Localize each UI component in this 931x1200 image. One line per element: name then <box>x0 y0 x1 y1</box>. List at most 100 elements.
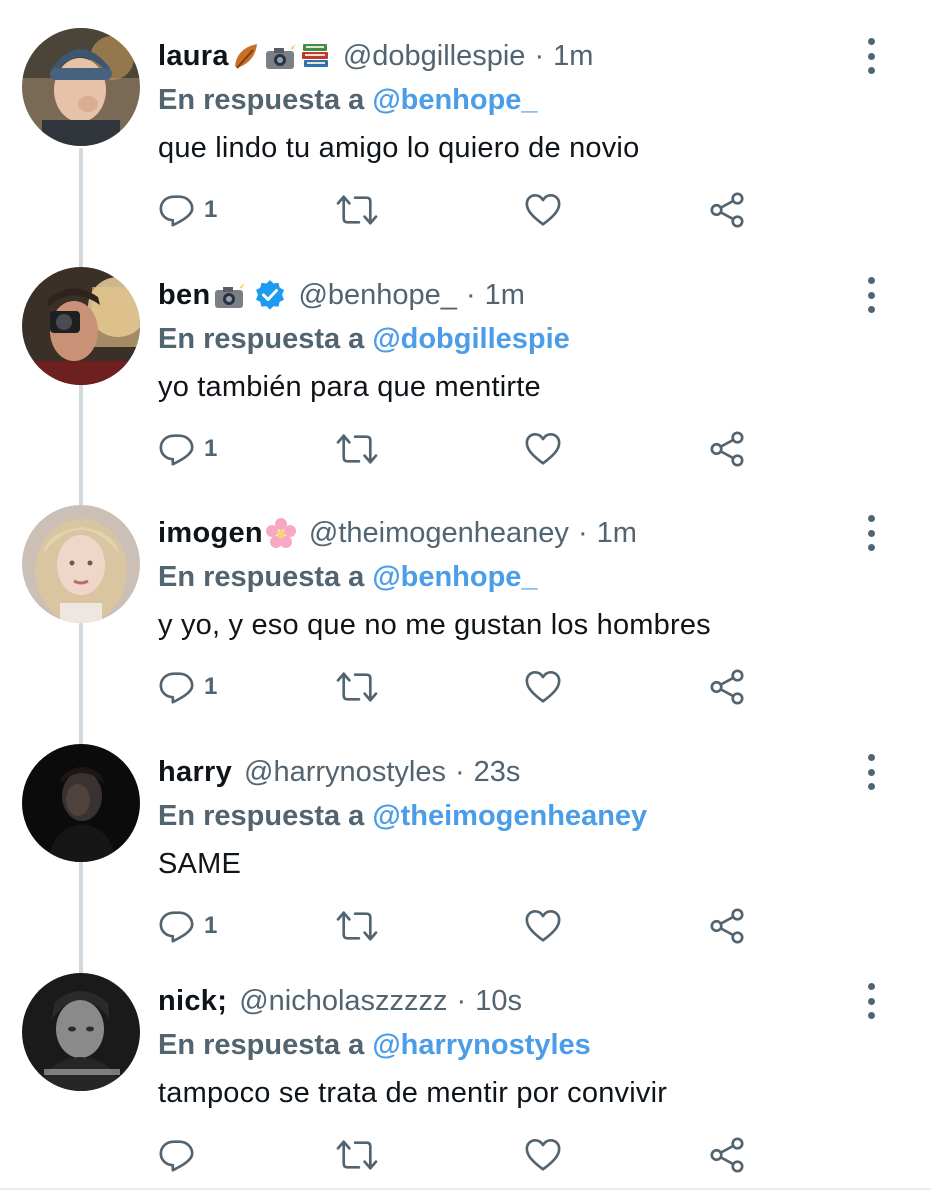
verified-badge-icon <box>254 279 286 311</box>
reply-button[interactable]: 1 <box>158 667 217 707</box>
retweet-icon <box>336 668 378 706</box>
reply-button[interactable] <box>158 1135 204 1175</box>
heart-icon <box>524 430 562 468</box>
reply-button[interactable]: 1 <box>158 190 217 230</box>
reply-mention-link[interactable]: @benhope_ <box>372 84 537 116</box>
heart-icon <box>524 668 562 706</box>
reply-context: En respuesta a @benhope_ <box>158 80 538 120</box>
like-button[interactable] <box>524 190 562 230</box>
separator-dot: · <box>465 279 476 311</box>
reply-icon <box>158 668 196 706</box>
avatar[interactable] <box>22 973 140 1091</box>
share-icon <box>708 430 746 468</box>
retweet-button[interactable] <box>336 1135 378 1175</box>
tweet-actions <box>158 1135 758 1175</box>
tweet-actions: 1 <box>158 190 758 230</box>
avatar[interactable] <box>22 744 140 862</box>
leaf-emoji <box>231 40 261 72</box>
reply-context: En respuesta a @harrynostyles <box>158 1025 591 1065</box>
reply-prefix: En respuesta a <box>158 800 365 832</box>
reply-button[interactable]: 1 <box>158 429 217 469</box>
display-name[interactable]: ben <box>158 275 210 315</box>
retweet-button[interactable] <box>336 906 378 946</box>
user-handle[interactable]: @benhope_ <box>298 275 456 315</box>
reply-context: En respuesta a @theimogenheaney <box>158 796 647 836</box>
more-options-icon[interactable] <box>858 38 884 74</box>
avatar[interactable] <box>22 267 140 385</box>
timestamp[interactable]: 1m <box>485 275 525 315</box>
timestamp[interactable]: 1m <box>597 513 637 553</box>
share-button[interactable] <box>708 667 746 707</box>
retweet-button[interactable] <box>336 429 378 469</box>
reply-icon <box>158 1136 196 1174</box>
tweet-actions: 1 <box>158 667 758 707</box>
share-button[interactable] <box>708 906 746 946</box>
retweet-button[interactable] <box>336 190 378 230</box>
tweet-text: yo también para que mentirte <box>158 371 541 403</box>
reply-mention-link[interactable]: @theimogenheaney <box>372 800 647 832</box>
like-button[interactable] <box>524 667 562 707</box>
user-handle[interactable]: @dobgillespie <box>343 36 526 76</box>
tweet[interactable]: harry @harrynostyles · 23s En respuesta … <box>0 716 931 945</box>
share-icon <box>708 1136 746 1174</box>
reply-context: En respuesta a @dobgillespie <box>158 319 570 359</box>
retweet-icon <box>336 430 378 468</box>
user-handle[interactable]: @theimogenheaney <box>309 513 569 553</box>
retweet-button[interactable] <box>336 667 378 707</box>
reply-mention-link[interactable]: @harrynostyles <box>372 1029 590 1061</box>
timestamp[interactable]: 23s <box>474 752 521 792</box>
retweet-icon <box>336 191 378 229</box>
reply-count: 1 <box>204 435 218 462</box>
like-button[interactable] <box>524 429 562 469</box>
avatar[interactable] <box>22 28 140 146</box>
like-button[interactable] <box>524 906 562 946</box>
divider <box>0 1188 931 1190</box>
avatar[interactable] <box>22 505 140 623</box>
tweet[interactable]: ben @benhope_ · 1m En respuesta a @dobgil… <box>0 239 931 468</box>
reply-icon <box>158 907 196 945</box>
reply-button[interactable]: 1 <box>158 906 217 946</box>
reply-prefix: En respuesta a <box>158 1029 365 1061</box>
display-name[interactable]: laura <box>158 36 229 76</box>
more-options-icon[interactable] <box>858 515 884 551</box>
camera-flash-emoji <box>212 279 246 311</box>
heart-icon <box>524 907 562 945</box>
reply-count: 1 <box>204 673 218 700</box>
tweet[interactable]: laura @dobgillespie · 1m En respuesta a @… <box>0 0 931 229</box>
tweet[interactable]: nick; @nicholaszzzzz · 10s En respuesta … <box>0 945 931 1174</box>
tweet-text: tampoco se trata de mentir por convivir <box>158 1077 668 1109</box>
tweet[interactable]: imogen @theimogenheaney · 1m En respuest… <box>0 477 931 706</box>
share-button[interactable] <box>708 190 746 230</box>
share-icon <box>708 668 746 706</box>
more-options-icon[interactable] <box>858 983 884 1019</box>
more-options-icon[interactable] <box>858 277 884 313</box>
share-button[interactable] <box>708 429 746 469</box>
retweet-icon <box>336 1136 378 1174</box>
share-button[interactable] <box>708 1135 746 1175</box>
separator-dot: · <box>577 517 588 549</box>
books-emoji <box>299 40 331 72</box>
tweet-text: SAME <box>158 848 241 880</box>
tweet-header: laura @dobgillespie · 1m <box>158 36 593 76</box>
display-name[interactable]: imogen <box>158 513 263 553</box>
heart-icon <box>524 191 562 229</box>
tweet-header: imogen @theimogenheaney · 1m <box>158 513 637 553</box>
like-button[interactable] <box>524 1135 562 1175</box>
user-handle[interactable]: @harrynostyles <box>244 752 446 792</box>
camera-flash-emoji <box>263 40 297 72</box>
display-name[interactable]: nick; <box>158 981 227 1021</box>
share-icon <box>708 191 746 229</box>
reply-icon <box>158 191 196 229</box>
reply-context: En respuesta a @benhope_ <box>158 557 538 597</box>
timestamp[interactable]: 1m <box>553 36 593 76</box>
timestamp[interactable]: 10s <box>475 981 522 1021</box>
heart-icon <box>524 1136 562 1174</box>
reply-mention-link[interactable]: @dobgillespie <box>372 323 569 355</box>
display-name[interactable]: harry <box>158 752 232 792</box>
tweet-header: ben @benhope_ · 1m <box>158 275 525 315</box>
reply-mention-link[interactable]: @benhope_ <box>372 561 537 593</box>
separator-dot: · <box>456 985 467 1017</box>
separator-dot: · <box>534 40 545 72</box>
user-handle[interactable]: @nicholaszzzzz <box>239 981 447 1021</box>
more-options-icon[interactable] <box>858 754 884 790</box>
